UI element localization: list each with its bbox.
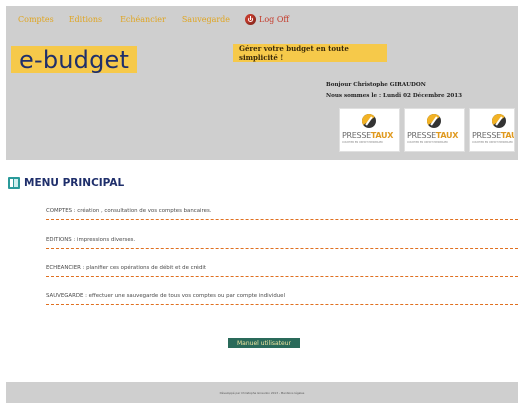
nav-editions[interactable]: Editions (69, 15, 102, 24)
current-date: Nous sommes le : Lundi 02 Décembre 2013 (326, 91, 462, 102)
legal-link[interactable]: Mentions légales (281, 391, 305, 395)
user-info: Bonjour Christophe GIRAUDON Nous sommes … (326, 80, 462, 102)
banner-tagline: COURTIER EN CREDIT IMMOBILIER (342, 141, 383, 144)
ad-banner[interactable]: PRESSETAUX COURTIER EN CREDIT IMMOBILIER (339, 108, 400, 152)
banner-tagline: COURTIER EN CREDIT IMMOBILIER (472, 141, 513, 144)
nav-echeancier[interactable]: Echéancier (120, 15, 166, 24)
banner-tagline: COURTIER EN CREDIT IMMOBILIER (407, 141, 448, 144)
nav-comptes[interactable]: Comptes (18, 15, 54, 24)
nav-sauvegarde[interactable]: Sauvegarde (182, 15, 230, 24)
greeting: Bonjour Christophe GIRAUDON (326, 82, 426, 88)
page-title-text: MENU PRINCIPAL (24, 177, 125, 189)
banner-brand: PRESSETAUX (472, 131, 514, 140)
pressetaux-logo-icon (492, 114, 506, 128)
logout-label: Log Off (259, 15, 290, 24)
pressetaux-logo-icon (362, 114, 376, 128)
date-value: Lundi 02 Décembre 2013 (383, 93, 463, 99)
menu-item-editions[interactable]: EDITIONS : impressions diverses. (46, 237, 518, 249)
footer-text: Développé par Christophe Giraudon 2013 -… (220, 391, 305, 395)
ad-banner[interactable]: PRESSETAUX COURTIER EN CREDIT IMMOBILIER (404, 108, 465, 152)
banner-brand: PRESSETAUX (342, 131, 394, 140)
page-title: MENU PRINCIPAL (8, 177, 124, 189)
banner-brand: PRESSETAUX (407, 131, 459, 140)
footer: Développé par Christophe Giraudon 2013 -… (6, 382, 518, 403)
power-icon (245, 14, 257, 25)
date-label: Nous sommes le : (326, 93, 382, 99)
ad-banner[interactable]: PRESSETAUX COURTIER EN CREDIT IMMOBILIER (469, 108, 515, 152)
menu-book-icon (8, 177, 20, 189)
copyright: Développé par Christophe Giraudon 2013 - (219, 390, 280, 395)
menu-item-comptes[interactable]: COMPTES : création , consultation de vos… (46, 208, 518, 220)
pressetaux-logo-icon (427, 114, 441, 128)
user-manual-button[interactable]: Manuel utilisateur (228, 338, 300, 348)
top-navigation: Comptes Editions Echéancier Sauvegarde L… (18, 14, 289, 25)
logout-button[interactable]: Log Off (245, 14, 289, 25)
menu-item-echeancier[interactable]: ECHEANCIER : planifier ces opérations de… (46, 265, 518, 277)
slogan-banner: Gérer votre budget en toute simplicité ! (233, 44, 387, 62)
ad-banners: PRESSETAUX COURTIER EN CREDIT IMMOBILIER… (339, 108, 515, 152)
brand-logo: e-budget (11, 46, 137, 74)
menu-item-sauvegarde[interactable]: SAUVEGARDE : effectuer une sauvegarde de… (46, 293, 518, 305)
